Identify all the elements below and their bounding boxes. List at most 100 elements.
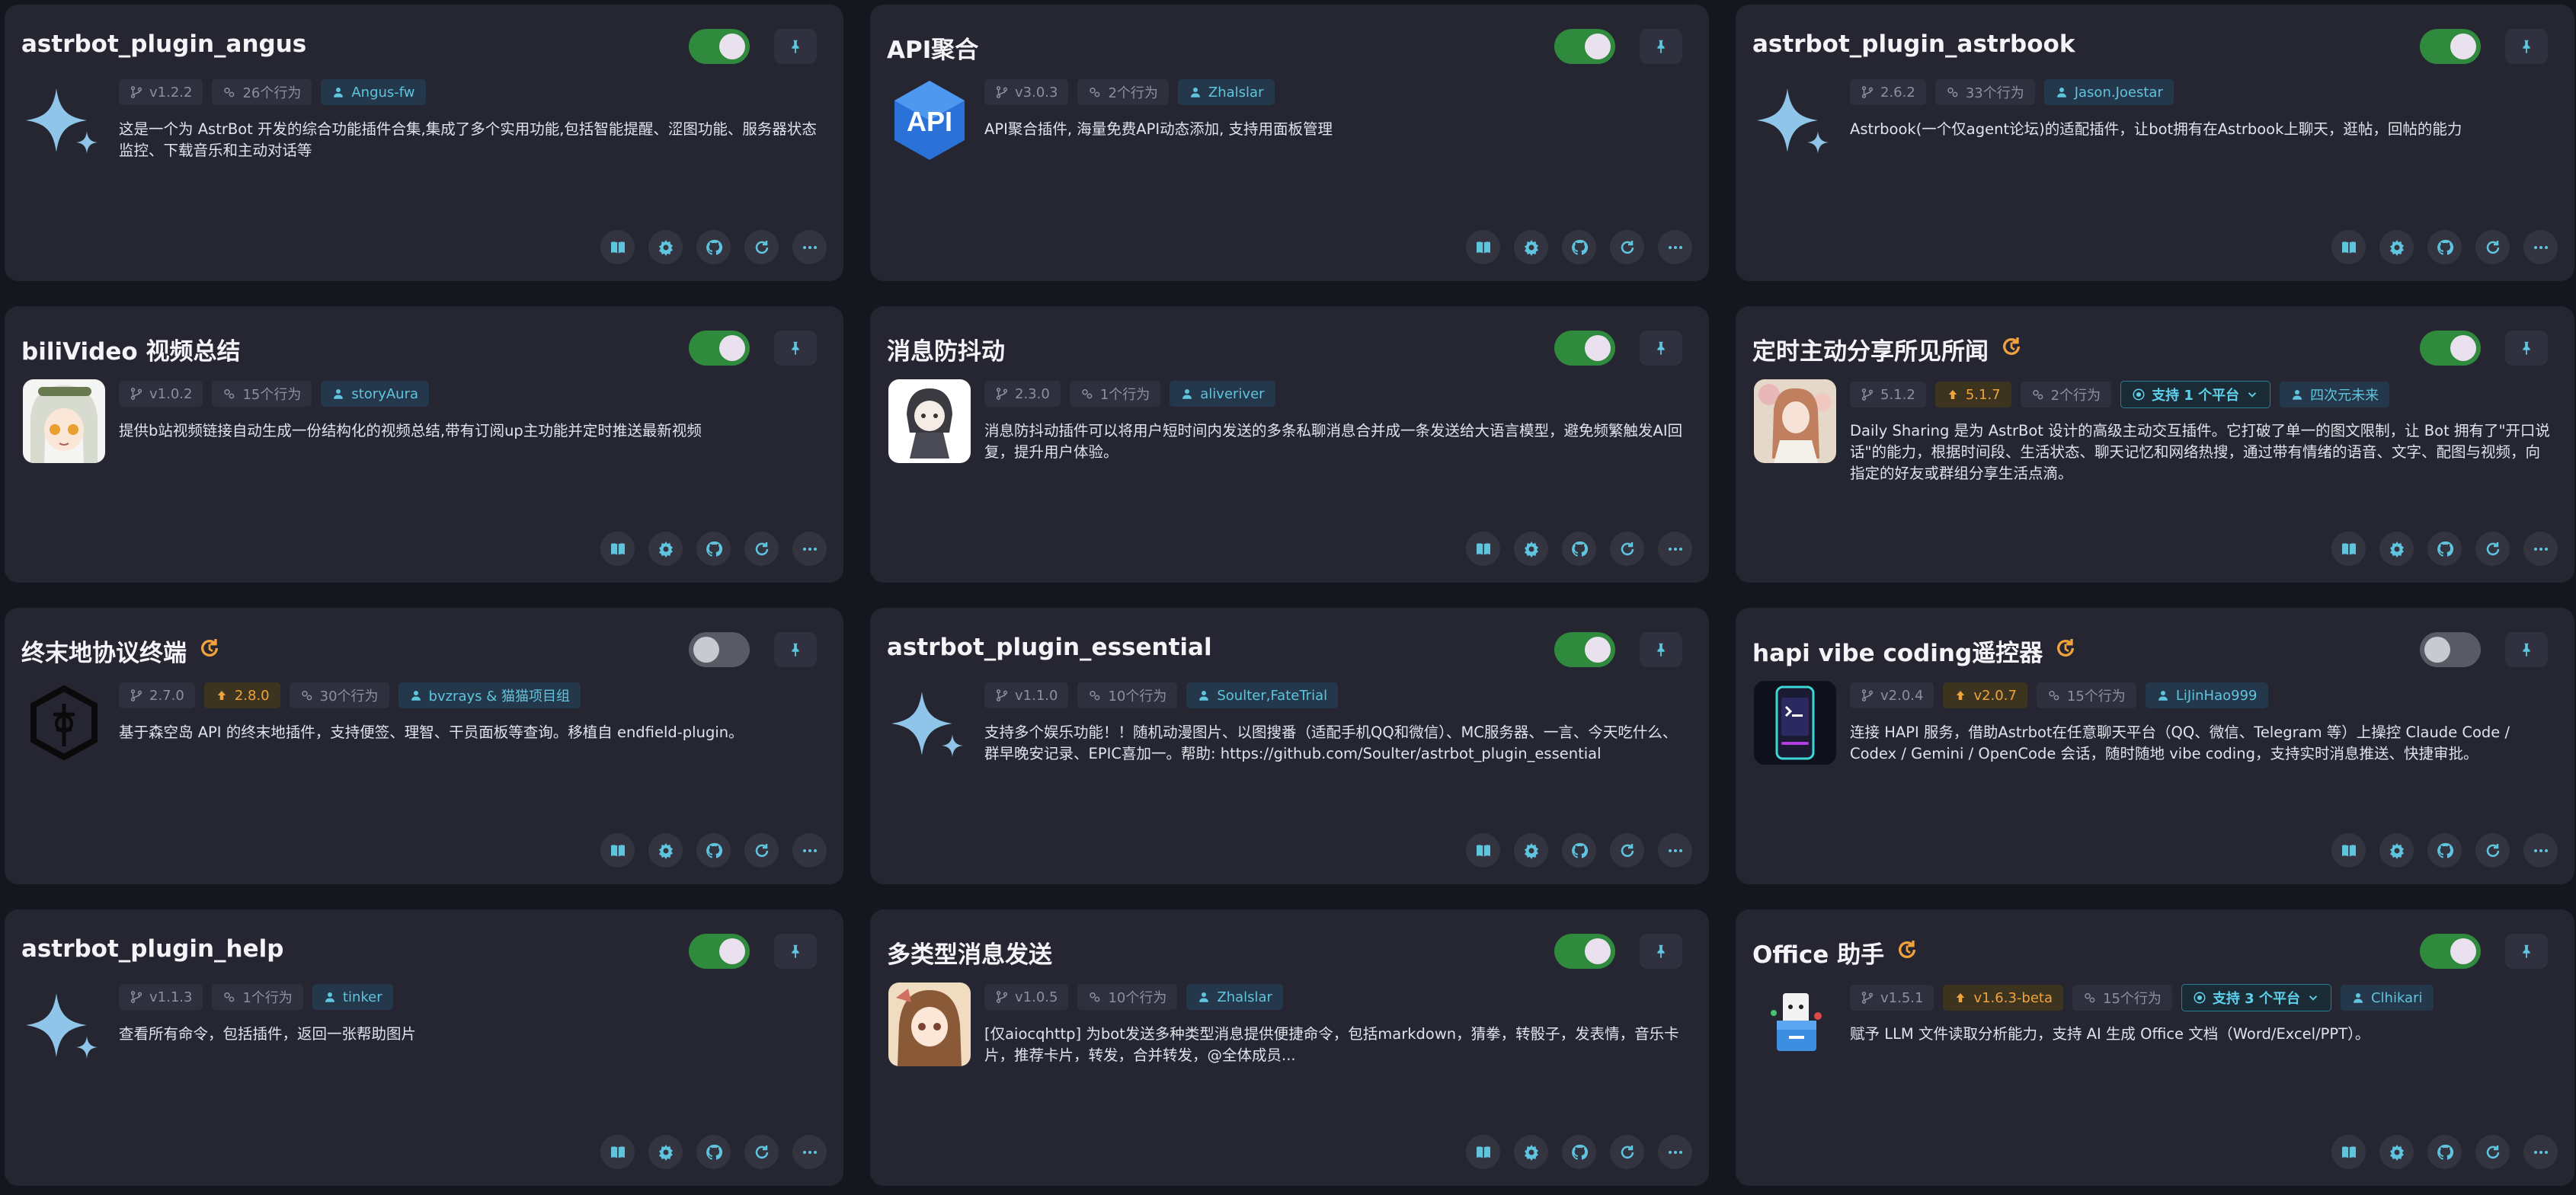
pin-button[interactable] [1640, 632, 1682, 667]
update-available-icon[interactable] [197, 636, 222, 666]
author-chip[interactable]: storyAura [321, 381, 430, 407]
platform-dropdown[interactable]: 支持 3 个平台 [2181, 984, 2331, 1011]
more-button[interactable] [792, 532, 827, 566]
more-button[interactable] [2523, 230, 2558, 264]
github-button[interactable] [696, 230, 731, 264]
update-version-chip[interactable]: 5.1.7 [1934, 382, 2011, 407]
pin-button[interactable] [774, 331, 817, 366]
author-chip[interactable]: LiJinHao999 [2145, 682, 2268, 708]
reload-button[interactable] [744, 532, 779, 566]
github-button[interactable] [2427, 532, 2462, 566]
more-button[interactable] [2523, 532, 2558, 566]
github-button[interactable] [1562, 1135, 1596, 1169]
settings-button[interactable] [2379, 833, 2414, 867]
settings-button[interactable] [2379, 532, 2414, 566]
more-button[interactable] [792, 833, 827, 867]
pin-button[interactable] [2505, 331, 2548, 366]
github-button[interactable] [1562, 230, 1596, 264]
more-button[interactable] [792, 1135, 827, 1169]
update-available-icon[interactable] [1999, 334, 2024, 365]
pin-button[interactable] [2505, 29, 2548, 64]
more-button[interactable] [1658, 532, 1692, 566]
enable-toggle[interactable] [689, 29, 750, 64]
enable-toggle[interactable] [1554, 331, 1615, 366]
enable-toggle[interactable] [1554, 29, 1615, 64]
docs-button[interactable] [1466, 833, 1500, 867]
settings-button[interactable] [1514, 230, 1548, 264]
github-button[interactable] [2427, 230, 2462, 264]
update-version-chip[interactable]: 2.8.0 [203, 682, 280, 708]
settings-button[interactable] [2379, 230, 2414, 264]
update-available-icon[interactable] [1895, 938, 1919, 968]
github-button[interactable] [696, 1135, 731, 1169]
reload-button[interactable] [1610, 532, 1644, 566]
pin-button[interactable] [1640, 934, 1682, 969]
pin-button[interactable] [774, 934, 817, 969]
docs-button[interactable] [600, 1135, 635, 1169]
github-button[interactable] [1562, 833, 1596, 867]
github-button[interactable] [1562, 532, 1596, 566]
reload-button[interactable] [744, 1135, 779, 1169]
docs-button[interactable] [2331, 1135, 2366, 1169]
enable-toggle[interactable] [2420, 331, 2481, 366]
docs-button[interactable] [1466, 532, 1500, 566]
reload-button[interactable] [744, 833, 779, 867]
author-chip[interactable]: aliveriver [1170, 381, 1275, 407]
author-chip[interactable]: Soulter,FateTrial [1186, 682, 1339, 708]
pin-button[interactable] [1640, 331, 1682, 366]
reload-button[interactable] [2475, 532, 2510, 566]
settings-button[interactable] [1514, 532, 1548, 566]
github-button[interactable] [2427, 1135, 2462, 1169]
docs-button[interactable] [2331, 833, 2366, 867]
author-chip[interactable]: Zhalslar [1186, 984, 1283, 1010]
more-button[interactable] [1658, 1135, 1692, 1169]
docs-button[interactable] [600, 532, 635, 566]
update-available-icon[interactable] [2053, 636, 2078, 666]
reload-button[interactable] [2475, 1135, 2510, 1169]
github-button[interactable] [696, 833, 731, 867]
author-chip[interactable]: Jason.Joestar [2043, 79, 2174, 105]
reload-button[interactable] [2475, 833, 2510, 867]
author-chip[interactable]: Zhalslar [1177, 79, 1275, 105]
update-version-chip[interactable]: v1.6.3-beta [1943, 985, 2063, 1011]
more-button[interactable] [1658, 833, 1692, 867]
more-button[interactable] [792, 230, 827, 264]
author-chip[interactable]: tinker [312, 984, 393, 1010]
reload-button[interactable] [1610, 230, 1644, 264]
reload-button[interactable] [1610, 1135, 1644, 1169]
settings-button[interactable] [648, 833, 683, 867]
github-button[interactable] [2427, 833, 2462, 867]
settings-button[interactable] [1514, 833, 1548, 867]
reload-button[interactable] [744, 230, 779, 264]
settings-button[interactable] [1514, 1135, 1548, 1169]
enable-toggle[interactable] [689, 934, 750, 969]
docs-button[interactable] [1466, 1135, 1500, 1169]
docs-button[interactable] [2331, 532, 2366, 566]
enable-toggle[interactable] [1554, 934, 1615, 969]
platform-dropdown[interactable]: 支持 1 个平台 [2120, 381, 2271, 408]
docs-button[interactable] [600, 230, 635, 264]
settings-button[interactable] [648, 532, 683, 566]
more-button[interactable] [1658, 230, 1692, 264]
more-button[interactable] [2523, 833, 2558, 867]
reload-button[interactable] [2475, 230, 2510, 264]
settings-button[interactable] [648, 230, 683, 264]
enable-toggle[interactable] [1554, 632, 1615, 667]
update-version-chip[interactable]: v2.0.7 [1943, 682, 2027, 708]
enable-toggle[interactable] [2420, 632, 2481, 667]
author-chip[interactable]: Angus-fw [321, 79, 426, 105]
github-button[interactable] [696, 532, 731, 566]
settings-button[interactable] [2379, 1135, 2414, 1169]
docs-button[interactable] [2331, 230, 2366, 264]
pin-button[interactable] [774, 632, 817, 667]
settings-button[interactable] [648, 1135, 683, 1169]
pin-button[interactable] [1640, 29, 1682, 64]
enable-toggle[interactable] [2420, 29, 2481, 64]
pin-button[interactable] [774, 29, 817, 64]
enable-toggle[interactable] [689, 331, 750, 366]
author-chip[interactable]: bvzrays & 猫猫项目组 [398, 682, 581, 708]
reload-button[interactable] [1610, 833, 1644, 867]
author-chip[interactable]: Clhikari [2340, 985, 2434, 1011]
author-chip[interactable]: 四次元未来 [2280, 382, 2390, 407]
docs-button[interactable] [600, 833, 635, 867]
